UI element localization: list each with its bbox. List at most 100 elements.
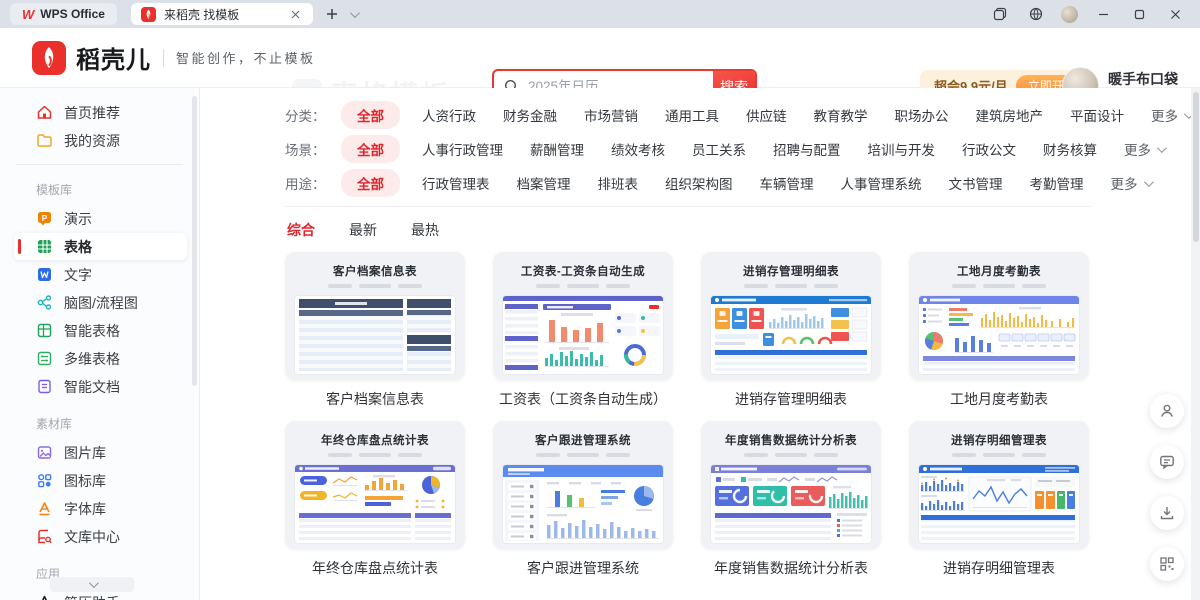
thumbnail-tags — [285, 284, 465, 288]
thumbnail-tags — [909, 284, 1089, 288]
main-scrollbar-thumb[interactable] — [1193, 92, 1199, 242]
maximize-icon[interactable] — [1128, 3, 1150, 25]
icon-library-icon — [36, 472, 53, 489]
close-window-icon[interactable] — [1164, 3, 1186, 25]
sort-tab-comprehensive[interactable]: 综合 — [287, 220, 315, 240]
filter-item[interactable]: 排班表 — [598, 173, 639, 193]
filter-item[interactable]: 人事行政管理 — [422, 139, 503, 159]
filter-item[interactable]: 员工关系 — [692, 139, 746, 159]
filter-more[interactable]: 更多 — [1111, 173, 1151, 193]
sort-tab-hottest[interactable]: 最热 — [411, 220, 439, 240]
filter-item[interactable]: 车辆管理 — [760, 173, 814, 193]
filter-item[interactable]: 行政管理表 — [422, 173, 490, 193]
filter-item[interactable]: 市场营销 — [584, 105, 638, 125]
sidebar-item-mindmap[interactable]: 脑图/流程图 — [14, 289, 187, 316]
filter-more[interactable]: 更多 — [1124, 139, 1164, 159]
new-tab-plus-icon[interactable] — [321, 3, 343, 25]
template-card[interactable]: 客户跟进管理系统 — [493, 421, 673, 578]
sidebar-item-library-center[interactable]: 文库中心 — [14, 523, 187, 550]
filter-item[interactable]: 培训与开发 — [868, 139, 936, 159]
tab-wps-office[interactable]: W WPS Office — [10, 3, 117, 25]
svg-text:P: P — [42, 213, 48, 223]
template-card[interactable]: 年度销售数据统计分析表 — [701, 421, 881, 578]
tab-close-icon[interactable] — [289, 7, 303, 21]
filter-all[interactable]: 全部 — [341, 169, 400, 197]
page-header: 稻壳儿 智能创作，不止模板 表格模板 搜索 超会9.9元/月 立即开通 暖手布口… — [0, 28, 1200, 88]
filter-item[interactable]: 教育教学 — [814, 105, 868, 125]
mindmap-icon — [36, 294, 53, 311]
template-thumbnail: 年度销售数据统计分析表 — [701, 421, 881, 549]
sidebar-item-spreadsheet[interactable]: 表格 — [14, 233, 187, 260]
sidebar-item-multidim-sheet[interactable]: 多维表格 — [14, 345, 187, 372]
sidebar-item-smart-sheet[interactable]: 智能表格 — [14, 317, 187, 344]
wps-logo-icon: W — [22, 7, 34, 22]
thumbnail-preview — [711, 296, 871, 374]
minimize-icon[interactable] — [1092, 3, 1114, 25]
filter-item[interactable]: 考勤管理 — [1030, 173, 1084, 193]
qrcode-fab[interactable] — [1150, 547, 1184, 581]
tab-list-chevron-icon[interactable] — [343, 3, 365, 25]
filter-item[interactable]: 薪酬管理 — [530, 139, 584, 159]
filter-item[interactable]: 人资行政 — [422, 105, 476, 125]
filter-item[interactable]: 职场办公 — [895, 105, 949, 125]
pen-nib-icon — [36, 594, 53, 600]
sidebar-item-home[interactable]: 首页推荐 — [14, 99, 187, 126]
profile-fab[interactable] — [1150, 394, 1184, 428]
user-name: 暖手布口袋 — [1108, 69, 1178, 89]
sidebar-item-icons[interactable]: 图标库 — [14, 467, 187, 494]
thumbnail-tags — [285, 453, 465, 457]
filter-item[interactable]: 人事管理系统 — [841, 173, 922, 193]
sidebar-item-smart-doc[interactable]: 智能文档 — [14, 373, 187, 400]
template-card[interactable]: 进销存管理明细表 — [701, 252, 881, 409]
template-grid: 客户档案信息表 客户档案信息表 工资表-工资条自动生成 — [285, 252, 1200, 578]
filter-item[interactable]: 组织架构图 — [665, 173, 733, 193]
sidebar-divider — [16, 164, 183, 165]
sidebar-item-fonts[interactable]: 字体库 — [14, 495, 187, 522]
docer-logo[interactable]: 稻壳儿 智能创作，不止模板 — [32, 40, 316, 75]
filter-row-usage: 用途： 全部 行政管理表 档案管理 排班表 组织架构图 车辆管理 人事管理系统 … — [285, 166, 1091, 200]
thumbnail-tags — [493, 284, 673, 288]
sidebar-item-images[interactable]: 图片库 — [14, 439, 187, 466]
filter-all[interactable]: 全部 — [341, 135, 400, 163]
thumbnail-preview — [711, 465, 871, 543]
filter-item[interactable]: 财务核算 — [1043, 139, 1097, 159]
download-icon — [1159, 505, 1175, 521]
sidebar-item-my-resources[interactable]: 我的资源 — [14, 127, 187, 154]
filter-item[interactable]: 文书管理 — [949, 173, 1003, 193]
template-card[interactable]: 客户档案信息表 客户档案信息表 — [285, 252, 465, 409]
sidebar-item-presentation[interactable]: P 演示 — [14, 205, 187, 232]
filter-item[interactable]: 招聘与配置 — [773, 139, 841, 159]
filter-all[interactable]: 全部 — [341, 101, 400, 129]
download-fab[interactable] — [1150, 496, 1184, 530]
template-card[interactable]: 年终仓库盘点统计表 — [285, 421, 465, 578]
template-card[interactable]: 工资表-工资条自动生成 — [493, 252, 673, 409]
docer-tab-icon — [141, 7, 156, 22]
filter-item[interactable]: 供应链 — [746, 105, 787, 125]
sort-tab-newest[interactable]: 最新 — [349, 220, 377, 240]
feedback-fab[interactable] — [1150, 445, 1184, 479]
template-card[interactable]: 进销存明细管理表 — [909, 421, 1089, 578]
folder-icon — [36, 132, 53, 149]
filter-item[interactable]: 平面设计 — [1070, 105, 1124, 125]
filter-item[interactable]: 财务金融 — [503, 105, 557, 125]
filter-item[interactable]: 行政公文 — [962, 139, 1016, 159]
smart-doc-icon — [36, 378, 53, 395]
thumbnail-tags — [909, 453, 1089, 457]
sidebar-item-writer[interactable]: 文字 — [14, 261, 187, 288]
tab-wps-label: WPS Office — [40, 7, 105, 21]
globe-icon[interactable] — [1025, 3, 1047, 25]
filter-item[interactable]: 档案管理 — [517, 173, 571, 193]
sidebar-scrollbar[interactable] — [192, 96, 197, 386]
filter-more[interactable]: 更多 — [1151, 105, 1191, 125]
filter-item[interactable]: 通用工具 — [665, 105, 719, 125]
template-card-label: 进销存管理明细表 — [701, 389, 881, 409]
thumbnail-title: 进销存管理明细表 — [701, 263, 881, 279]
tab-docer-page[interactable]: 来稻壳 找模板 — [131, 3, 313, 25]
workspace-layers-icon[interactable] — [989, 3, 1011, 25]
sidebar-expand-button[interactable] — [50, 577, 134, 592]
template-card[interactable]: 工地月度考勤表 — [909, 252, 1089, 409]
filter-item[interactable]: 建筑房地产 — [976, 105, 1044, 125]
filter-item[interactable]: 绩效考核 — [611, 139, 665, 159]
titlebar-avatar[interactable] — [1061, 6, 1078, 23]
brand-tagline: 智能创作，不止模板 — [176, 48, 316, 67]
